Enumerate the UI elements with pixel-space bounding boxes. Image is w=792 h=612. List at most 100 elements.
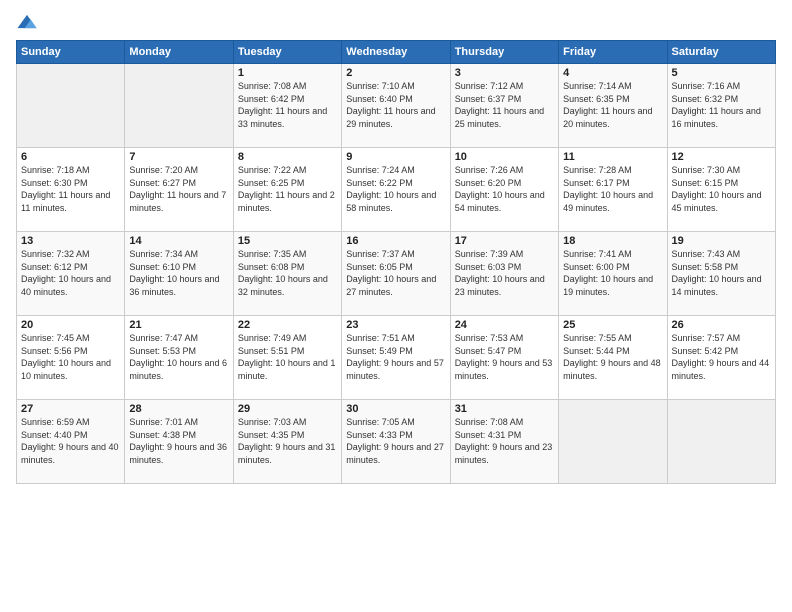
day-number: 30 <box>346 403 445 415</box>
cal-cell <box>125 64 233 148</box>
day-number: 28 <box>129 403 228 415</box>
day-number: 4 <box>563 67 662 79</box>
cal-cell: 12Sunrise: 7:30 AMSunset: 6:15 PMDayligh… <box>667 148 775 232</box>
week-row-3: 13Sunrise: 7:32 AMSunset: 6:12 PMDayligh… <box>17 232 776 316</box>
week-row-4: 20Sunrise: 7:45 AMSunset: 5:56 PMDayligh… <box>17 316 776 400</box>
cell-details: Sunrise: 7:05 AMSunset: 4:33 PMDaylight:… <box>346 416 445 466</box>
day-number: 20 <box>21 319 120 331</box>
cal-cell: 17Sunrise: 7:39 AMSunset: 6:03 PMDayligh… <box>450 232 558 316</box>
day-number: 11 <box>563 151 662 163</box>
day-number: 9 <box>346 151 445 163</box>
col-header-thursday: Thursday <box>450 41 558 64</box>
cell-details: Sunrise: 7:39 AMSunset: 6:03 PMDaylight:… <box>455 248 554 298</box>
cell-details: Sunrise: 7:10 AMSunset: 6:40 PMDaylight:… <box>346 80 445 130</box>
day-number: 24 <box>455 319 554 331</box>
cell-details: Sunrise: 7:26 AMSunset: 6:20 PMDaylight:… <box>455 164 554 214</box>
day-number: 16 <box>346 235 445 247</box>
header-row: SundayMondayTuesdayWednesdayThursdayFrid… <box>17 41 776 64</box>
cell-details: Sunrise: 7:16 AMSunset: 6:32 PMDaylight:… <box>672 80 771 130</box>
cal-cell: 27Sunrise: 6:59 AMSunset: 4:40 PMDayligh… <box>17 400 125 484</box>
day-number: 8 <box>238 151 337 163</box>
day-number: 23 <box>346 319 445 331</box>
cal-cell: 31Sunrise: 7:08 AMSunset: 4:31 PMDayligh… <box>450 400 558 484</box>
cal-cell: 2Sunrise: 7:10 AMSunset: 6:40 PMDaylight… <box>342 64 450 148</box>
cell-details: Sunrise: 7:14 AMSunset: 6:35 PMDaylight:… <box>563 80 662 130</box>
cell-details: Sunrise: 7:20 AMSunset: 6:27 PMDaylight:… <box>129 164 228 214</box>
col-header-saturday: Saturday <box>667 41 775 64</box>
cal-cell: 6Sunrise: 7:18 AMSunset: 6:30 PMDaylight… <box>17 148 125 232</box>
day-number: 12 <box>672 151 771 163</box>
cal-cell: 30Sunrise: 7:05 AMSunset: 4:33 PMDayligh… <box>342 400 450 484</box>
day-number: 19 <box>672 235 771 247</box>
cal-cell: 9Sunrise: 7:24 AMSunset: 6:22 PMDaylight… <box>342 148 450 232</box>
col-header-friday: Friday <box>559 41 667 64</box>
cell-details: Sunrise: 7:08 AMSunset: 4:31 PMDaylight:… <box>455 416 554 466</box>
day-number: 3 <box>455 67 554 79</box>
day-number: 10 <box>455 151 554 163</box>
cal-cell: 4Sunrise: 7:14 AMSunset: 6:35 PMDaylight… <box>559 64 667 148</box>
cal-cell: 19Sunrise: 7:43 AMSunset: 5:58 PMDayligh… <box>667 232 775 316</box>
week-row-1: 1Sunrise: 7:08 AMSunset: 6:42 PMDaylight… <box>17 64 776 148</box>
cell-details: Sunrise: 7:32 AMSunset: 6:12 PMDaylight:… <box>21 248 120 298</box>
cal-cell: 7Sunrise: 7:20 AMSunset: 6:27 PMDaylight… <box>125 148 233 232</box>
cell-details: Sunrise: 7:35 AMSunset: 6:08 PMDaylight:… <box>238 248 337 298</box>
cal-cell: 1Sunrise: 7:08 AMSunset: 6:42 PMDaylight… <box>233 64 341 148</box>
week-row-2: 6Sunrise: 7:18 AMSunset: 6:30 PMDaylight… <box>17 148 776 232</box>
cal-cell: 14Sunrise: 7:34 AMSunset: 6:10 PMDayligh… <box>125 232 233 316</box>
cell-details: Sunrise: 7:28 AMSunset: 6:17 PMDaylight:… <box>563 164 662 214</box>
cell-details: Sunrise: 7:30 AMSunset: 6:15 PMDaylight:… <box>672 164 771 214</box>
day-number: 1 <box>238 67 337 79</box>
cal-cell: 8Sunrise: 7:22 AMSunset: 6:25 PMDaylight… <box>233 148 341 232</box>
cell-details: Sunrise: 7:51 AMSunset: 5:49 PMDaylight:… <box>346 332 445 382</box>
page-header <box>16 12 776 34</box>
cell-details: Sunrise: 7:22 AMSunset: 6:25 PMDaylight:… <box>238 164 337 214</box>
day-number: 29 <box>238 403 337 415</box>
cal-cell: 3Sunrise: 7:12 AMSunset: 6:37 PMDaylight… <box>450 64 558 148</box>
cal-cell: 13Sunrise: 7:32 AMSunset: 6:12 PMDayligh… <box>17 232 125 316</box>
calendar-table: SundayMondayTuesdayWednesdayThursdayFrid… <box>16 40 776 484</box>
cell-details: Sunrise: 7:45 AMSunset: 5:56 PMDaylight:… <box>21 332 120 382</box>
cal-cell: 26Sunrise: 7:57 AMSunset: 5:42 PMDayligh… <box>667 316 775 400</box>
cal-cell: 29Sunrise: 7:03 AMSunset: 4:35 PMDayligh… <box>233 400 341 484</box>
cell-details: Sunrise: 6:59 AMSunset: 4:40 PMDaylight:… <box>21 416 120 466</box>
day-number: 27 <box>21 403 120 415</box>
cal-cell: 11Sunrise: 7:28 AMSunset: 6:17 PMDayligh… <box>559 148 667 232</box>
day-number: 22 <box>238 319 337 331</box>
cell-details: Sunrise: 7:55 AMSunset: 5:44 PMDaylight:… <box>563 332 662 382</box>
cell-details: Sunrise: 7:34 AMSunset: 6:10 PMDaylight:… <box>129 248 228 298</box>
day-number: 7 <box>129 151 228 163</box>
cell-details: Sunrise: 7:01 AMSunset: 4:38 PMDaylight:… <box>129 416 228 466</box>
day-number: 13 <box>21 235 120 247</box>
day-number: 15 <box>238 235 337 247</box>
cal-cell: 16Sunrise: 7:37 AMSunset: 6:05 PMDayligh… <box>342 232 450 316</box>
day-number: 5 <box>672 67 771 79</box>
cell-details: Sunrise: 7:24 AMSunset: 6:22 PMDaylight:… <box>346 164 445 214</box>
day-number: 18 <box>563 235 662 247</box>
day-number: 17 <box>455 235 554 247</box>
logo-icon <box>16 12 38 34</box>
cal-cell: 18Sunrise: 7:41 AMSunset: 6:00 PMDayligh… <box>559 232 667 316</box>
cal-cell: 5Sunrise: 7:16 AMSunset: 6:32 PMDaylight… <box>667 64 775 148</box>
day-number: 25 <box>563 319 662 331</box>
cal-cell: 25Sunrise: 7:55 AMSunset: 5:44 PMDayligh… <box>559 316 667 400</box>
day-number: 14 <box>129 235 228 247</box>
cal-cell: 24Sunrise: 7:53 AMSunset: 5:47 PMDayligh… <box>450 316 558 400</box>
cal-cell: 28Sunrise: 7:01 AMSunset: 4:38 PMDayligh… <box>125 400 233 484</box>
col-header-wednesday: Wednesday <box>342 41 450 64</box>
week-row-5: 27Sunrise: 6:59 AMSunset: 4:40 PMDayligh… <box>17 400 776 484</box>
cal-cell: 15Sunrise: 7:35 AMSunset: 6:08 PMDayligh… <box>233 232 341 316</box>
cell-details: Sunrise: 7:53 AMSunset: 5:47 PMDaylight:… <box>455 332 554 382</box>
cell-details: Sunrise: 7:08 AMSunset: 6:42 PMDaylight:… <box>238 80 337 130</box>
cal-cell: 20Sunrise: 7:45 AMSunset: 5:56 PMDayligh… <box>17 316 125 400</box>
cell-details: Sunrise: 7:18 AMSunset: 6:30 PMDaylight:… <box>21 164 120 214</box>
cell-details: Sunrise: 7:12 AMSunset: 6:37 PMDaylight:… <box>455 80 554 130</box>
cal-cell <box>559 400 667 484</box>
cal-cell <box>17 64 125 148</box>
day-number: 31 <box>455 403 554 415</box>
cell-details: Sunrise: 7:41 AMSunset: 6:00 PMDaylight:… <box>563 248 662 298</box>
cal-cell: 23Sunrise: 7:51 AMSunset: 5:49 PMDayligh… <box>342 316 450 400</box>
col-header-monday: Monday <box>125 41 233 64</box>
cell-details: Sunrise: 7:49 AMSunset: 5:51 PMDaylight:… <box>238 332 337 382</box>
cell-details: Sunrise: 7:47 AMSunset: 5:53 PMDaylight:… <box>129 332 228 382</box>
cell-details: Sunrise: 7:57 AMSunset: 5:42 PMDaylight:… <box>672 332 771 382</box>
